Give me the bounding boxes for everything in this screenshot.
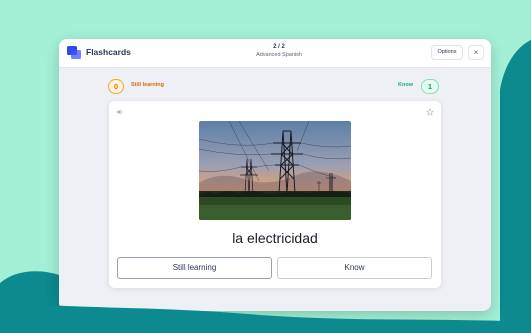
know-button[interactable]: Know — [277, 257, 432, 279]
deck-name: Advanced Spanish — [256, 52, 302, 58]
know-label: Know — [398, 82, 413, 88]
close-icon[interactable]: × — [468, 45, 484, 60]
power-towers-illustration — [199, 121, 351, 220]
top-bar: Flashcards 2 / 2 Advanced Spanish Option… — [59, 39, 491, 68]
star-icon[interactable] — [426, 108, 434, 116]
speaker-icon[interactable] — [116, 108, 124, 116]
screen-background: Flashcards 2 / 2 Advanced Spanish Option… — [0, 0, 531, 333]
still-learning-button[interactable]: Still learning — [117, 257, 272, 279]
progress-indicator: 2 / 2 Advanced Spanish — [219, 44, 339, 59]
flashcards-window: Flashcards 2 / 2 Advanced Spanish Option… — [59, 39, 491, 311]
app-title: Flashcards — [86, 47, 131, 57]
answer-buttons: Still learning Know — [117, 257, 433, 279]
know-count: 1 — [421, 79, 439, 94]
cards-logo-icon — [67, 46, 81, 59]
flashcard[interactable]: la electricidad Still learning Know — [109, 101, 441, 288]
still-learning-count: 0 — [108, 79, 124, 94]
still-learning-label: Still learning — [131, 82, 165, 88]
card-progress: 2 / 2 — [273, 44, 285, 50]
card-image — [199, 121, 351, 220]
flashcard-term: la electricidad — [232, 230, 318, 246]
options-button[interactable]: Options — [431, 45, 463, 60]
